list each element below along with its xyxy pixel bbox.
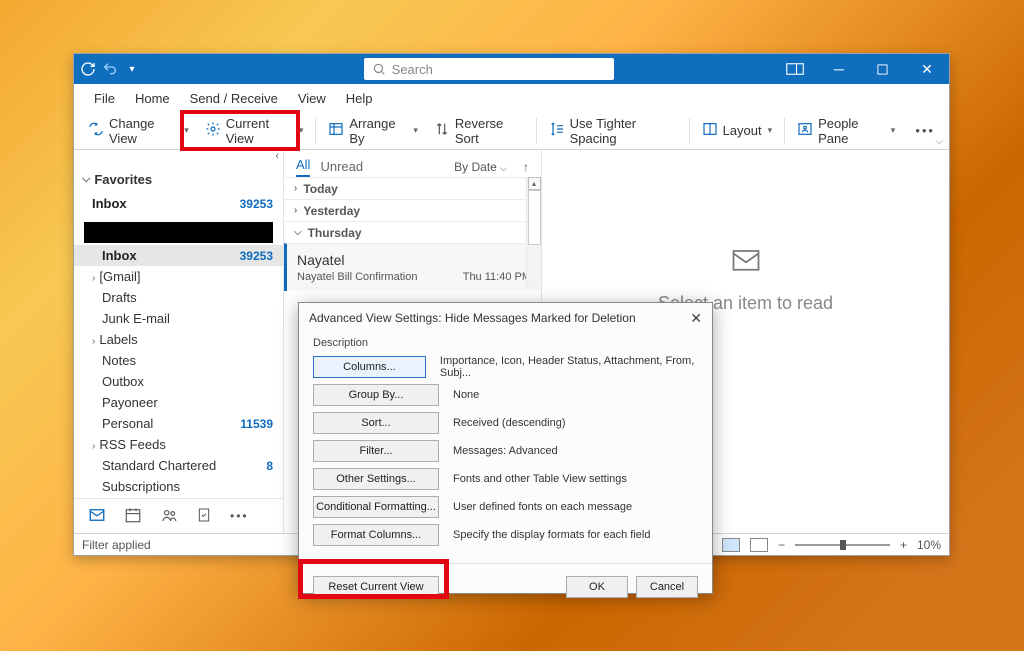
- people-nav-icon[interactable]: [160, 506, 178, 527]
- view-normal-icon[interactable]: [722, 538, 740, 552]
- current-view-button[interactable]: Current View▾: [197, 112, 312, 150]
- search-placeholder: Search: [392, 62, 433, 77]
- arrange-by-button[interactable]: Arrange By▾: [320, 112, 426, 150]
- sort-bydate[interactable]: By Date ⌵: [454, 160, 507, 174]
- folder-inbox[interactable]: Inbox 39253: [74, 245, 283, 266]
- change-view-icon: [88, 121, 104, 140]
- group-yesterday[interactable]: ›Yesterday: [284, 199, 541, 221]
- groupby-button[interactable]: Group By...: [313, 384, 439, 406]
- close-button[interactable]: ✕: [905, 54, 949, 84]
- zoom-in[interactable]: +: [900, 538, 907, 552]
- filter-all[interactable]: All: [296, 157, 310, 177]
- dialog-close-button[interactable]: ✕: [690, 310, 702, 327]
- zoom-slider[interactable]: [795, 544, 890, 546]
- menu-view[interactable]: View: [288, 86, 336, 111]
- change-view-button[interactable]: Change View▾: [80, 112, 197, 150]
- other-settings-button[interactable]: Other Settings...: [313, 468, 439, 490]
- folder-labels[interactable]: ›Labels: [74, 329, 283, 350]
- sort-button[interactable]: Sort...: [313, 412, 439, 434]
- folder-gmail[interactable]: ›[Gmail]: [74, 266, 283, 287]
- menu-home[interactable]: Home: [125, 86, 180, 111]
- collapse-ribbon-icon[interactable]: ⌵: [935, 136, 943, 147]
- menu-help[interactable]: Help: [336, 86, 383, 111]
- reset-current-view-button[interactable]: Reset Current View: [313, 576, 439, 598]
- cancel-button[interactable]: Cancel: [636, 576, 698, 598]
- sync-icon[interactable]: [80, 61, 96, 77]
- message-item[interactable]: Nayatel Nayatel Bill Confirmation Thu 11…: [284, 243, 541, 291]
- folder-rss[interactable]: ›RSS Feeds: [74, 434, 283, 455]
- layout-button[interactable]: Layout▾: [694, 117, 781, 144]
- favorites-header[interactable]: Favorites: [74, 164, 283, 193]
- columns-button[interactable]: Columns...: [313, 356, 426, 378]
- tasks-icon[interactable]: [196, 506, 212, 527]
- ribbon-display-options-icon[interactable]: [773, 54, 817, 84]
- titlebar: ▾ Search ─ ✕: [74, 54, 949, 84]
- menu-file[interactable]: File: [84, 86, 125, 111]
- message-sender: Nayatel: [297, 252, 531, 268]
- folder-outbox[interactable]: Outbox: [74, 371, 283, 392]
- folder-notes[interactable]: Notes: [74, 350, 283, 371]
- maximize-button[interactable]: [861, 54, 905, 84]
- dialog-section-label: Description: [313, 337, 698, 349]
- conditional-formatting-button[interactable]: Conditional Formatting...: [313, 496, 439, 518]
- undo-icon[interactable]: [102, 61, 118, 77]
- folder-payoneer[interactable]: Payoneer: [74, 392, 283, 413]
- filter-button[interactable]: Filter...: [313, 440, 439, 462]
- people-pane-button[interactable]: People Pane▾: [789, 112, 903, 150]
- account-header-redacted[interactable]: [84, 222, 273, 243]
- customize-quickaccess-icon[interactable]: ▾: [124, 61, 140, 77]
- minimize-button[interactable]: ─: [817, 54, 861, 84]
- folder-junk[interactable]: Junk E-mail: [74, 308, 283, 329]
- filter-unread[interactable]: Unread: [320, 159, 363, 174]
- more-nav-icon[interactable]: •••: [230, 509, 249, 523]
- menubar: File Home Send / Receive View Help: [74, 84, 949, 112]
- message-subject: Nayatel Bill Confirmation: [297, 271, 417, 283]
- mail-icon[interactable]: [88, 506, 106, 527]
- zoom-out[interactable]: −: [778, 538, 785, 552]
- message-time: Thu 11:40 PM: [463, 271, 531, 283]
- calendar-icon[interactable]: [124, 506, 142, 527]
- tighter-spacing-button[interactable]: Use Tighter Spacing: [541, 112, 685, 150]
- folder-pane: ‹ Favorites Inbox 39253 Inbox 39253 ›[Gm…: [74, 150, 284, 533]
- folder-inbox-fav[interactable]: Inbox 39253: [74, 193, 283, 214]
- group-thursday[interactable]: ⌵Thursday: [284, 221, 541, 243]
- nav-bar: •••: [74, 498, 283, 533]
- sort-direction-icon[interactable]: ↑: [523, 160, 529, 174]
- folder-subscriptions[interactable]: Subscriptions: [74, 476, 283, 497]
- menu-sendreceive[interactable]: Send / Receive: [180, 86, 288, 111]
- group-today[interactable]: ›Today: [284, 177, 541, 199]
- envelope-icon: [727, 246, 765, 285]
- ribbon: Change View▾ Current View▾ Arrange By▾ R…: [74, 112, 949, 150]
- scrollbar[interactable]: ▴: [526, 177, 541, 287]
- gear-icon: [205, 121, 221, 140]
- reverse-sort-button[interactable]: Reverse Sort: [426, 112, 532, 150]
- spacing-icon: [549, 121, 565, 140]
- collapse-sidebar-icon[interactable]: ‹: [74, 150, 283, 164]
- ok-button[interactable]: OK: [566, 576, 628, 598]
- format-columns-button[interactable]: Format Columns...: [313, 524, 439, 546]
- layout-icon: [702, 121, 718, 140]
- search-box[interactable]: Search: [364, 58, 614, 80]
- zoom-percent: 10%: [917, 538, 941, 552]
- sort-icon: [434, 121, 450, 140]
- folder-personal[interactable]: Personal 11539: [74, 413, 283, 434]
- folder-standard-chartered[interactable]: Standard Chartered 8: [74, 455, 283, 476]
- arrange-icon: [328, 121, 344, 140]
- people-icon: [797, 121, 813, 140]
- status-filter: Filter applied: [82, 538, 151, 552]
- folder-drafts[interactable]: Drafts: [74, 287, 283, 308]
- dialog-title: Advanced View Settings: Hide Messages Ma…: [309, 311, 636, 325]
- view-reading-icon[interactable]: [750, 538, 768, 552]
- advanced-view-settings-dialog: Advanced View Settings: Hide Messages Ma…: [298, 302, 713, 594]
